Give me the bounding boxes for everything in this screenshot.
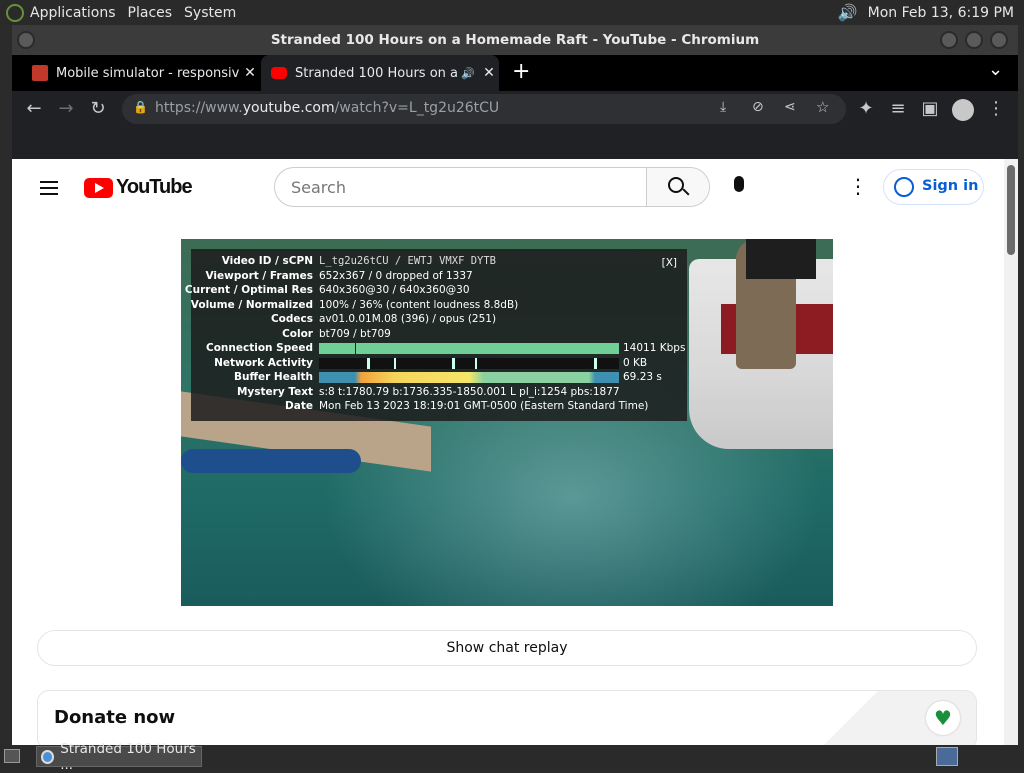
stats-row: Date Mon Feb 13 2023 18:19:01 GMT-0500 (E… [285,400,649,412]
search-box[interactable]: Search [274,167,710,207]
youtube-wordmark: YouTube [116,176,193,198]
window-menu-button[interactable] [17,31,35,49]
bookmarks-bar [12,127,1018,159]
video-frame-person-shirt [746,239,816,279]
search-button[interactable] [646,168,709,206]
search-input[interactable]: Search [291,178,346,197]
clock[interactable]: Mon Feb 13, 6:19 PM [868,5,1014,21]
stats-row: Current / Optimal Res 640x360@30 / 640x36… [184,284,470,296]
lock-icon[interactable]: 🔒 [133,100,148,114]
stats-row: Viewport / Frames 652x367 / 0 dropped of … [205,269,473,282]
stats-row: Video ID / sCPN L_tg2u26tCU / EWTJ VMXF D… [221,255,497,267]
tab-title: Stranded 100 Hours on a H [295,65,461,81]
gnome-foot-icon[interactable] [6,3,24,22]
tab-search-chevron-icon[interactable]: ⌄ [988,59,1003,80]
close-tab-icon[interactable]: ✕ [240,65,260,81]
youtube-logo[interactable]: YouTube [84,176,193,199]
url-text[interactable]: https://www.youtube.com/watch?v=L_tg2u26… [155,100,499,116]
youtube-favicon-icon [271,67,287,79]
close-tab-icon[interactable]: ✕ [479,65,499,81]
forward-arrow-icon[interactable]: → [54,97,78,121]
bottom-taskbar: Stranded 100 Hours ... [0,741,1024,773]
minimize-button[interactable] [940,31,958,49]
web-page: YouTube Search ⋮ Sign in [X] Video ID / … [12,159,1018,745]
media-queue-icon[interactable]: ≡ [886,97,910,121]
sign-in-button[interactable]: Sign in [883,169,984,205]
video-frame-floats [181,449,361,473]
maximize-button[interactable] [965,31,983,49]
taskbar-window-button[interactable]: Stranded 100 Hours ... [36,741,202,773]
chromium-icon [41,749,55,764]
network-activity-graph [319,357,619,369]
eye-off-icon[interactable]: ⊘ [752,99,764,115]
mobile-simulator-favicon-icon [32,65,48,81]
donate-title: Donate now [54,707,176,728]
menu-applications[interactable]: Applications [30,5,116,21]
browser-toolbar: ← → ↻ 🔒 https://www.youtube.com/watch?v=… [12,91,1018,127]
audio-playing-icon[interactable]: 🔊 [461,67,479,80]
side-panel-icon[interactable]: ▣ [918,97,942,121]
bookmark-star-icon[interactable]: ☆ [816,98,829,116]
tab-title: Mobile simulator - responsive [56,65,240,81]
top-panel: Applications Places System 🔊 Mon Feb 13,… [0,0,1024,25]
install-app-icon[interactable]: ⤓ [720,99,726,115]
buffer-health-graph [319,372,619,383]
kebab-menu-icon[interactable]: ⋮ [984,97,1008,121]
stats-row-buffer-health: Buffer Health 69.23 s [233,371,662,383]
voice-search-mic-icon[interactable] [734,176,744,192]
stats-row: Mystery Text s:8 t:1780.79 b:1736.335-185… [236,385,620,398]
sign-in-label: Sign in [922,178,979,194]
stats-row: Volume / Normalized 100% / 36% (content l… [190,298,519,311]
search-icon [668,177,684,193]
share-icon[interactable]: ⋖ [784,99,796,115]
settings-kebab-icon[interactable]: ⋮ [848,174,868,198]
back-arrow-icon[interactable]: ← [22,97,46,121]
reload-icon[interactable]: ↻ [86,97,110,121]
address-bar[interactable]: 🔒 https://www.youtube.com/watch?v=L_tg2u… [122,94,846,124]
stats-for-nerds-panel: [X] Video ID / sCPN L_tg2u26tCU / EWTJ VM… [184,249,687,421]
close-window-button[interactable] [990,31,1008,49]
tab-youtube-video[interactable]: Stranded 100 Hours on a H 🔊 ✕ [261,55,499,91]
stats-row-network-activity: Network Activity 0 KB [214,356,648,369]
stats-row-connection-speed: Connection Speed 14011 Kbps [205,342,686,354]
workspace-switcher-icon[interactable] [936,747,958,766]
menu-system[interactable]: System [184,5,236,21]
show-chat-replay-button[interactable]: Show chat replay [37,630,977,666]
connection-speed-graph [319,343,619,354]
video-player[interactable]: [X] Video ID / sCPN L_tg2u26tCU / EWTJ VM… [181,239,833,606]
browser-window: Stranded 100 Hours on a Homemade Raft - … [12,25,1018,745]
youtube-masthead: YouTube Search ⋮ Sign in [12,159,1004,215]
show-desktop-icon[interactable] [4,749,20,763]
new-tab-button[interactable]: + [512,59,530,84]
page-scrollbar[interactable] [1004,159,1018,745]
donate-card[interactable]: Donate now ♥ [37,690,977,745]
profile-avatar-icon[interactable] [952,99,974,121]
menu-places[interactable]: Places [128,5,173,21]
stats-row: Color bt709 / bt709 [282,327,391,340]
speaker-icon[interactable]: 🔊 [838,3,858,22]
donate-heart-icon: ♥ [926,701,960,735]
scrollbar-thumb[interactable] [1007,165,1015,255]
account-circle-icon [894,177,914,197]
window-title: Stranded 100 Hours on a Homemade Raft - … [270,32,760,48]
tab-strip: Mobile simulator - responsive ✕ Stranded… [12,55,1018,91]
window-titlebar[interactable]: Stranded 100 Hours on a Homemade Raft - … [12,25,1018,55]
hamburger-menu-icon[interactable] [40,177,58,199]
stats-row: Codecs av01.0.01M.08 (396) / opus (251) [270,313,497,325]
tab-mobile-simulator[interactable]: Mobile simulator - responsive ✕ [22,55,260,91]
youtube-play-icon [84,177,113,198]
extensions-puzzle-icon[interactable]: ✦ [854,97,878,121]
